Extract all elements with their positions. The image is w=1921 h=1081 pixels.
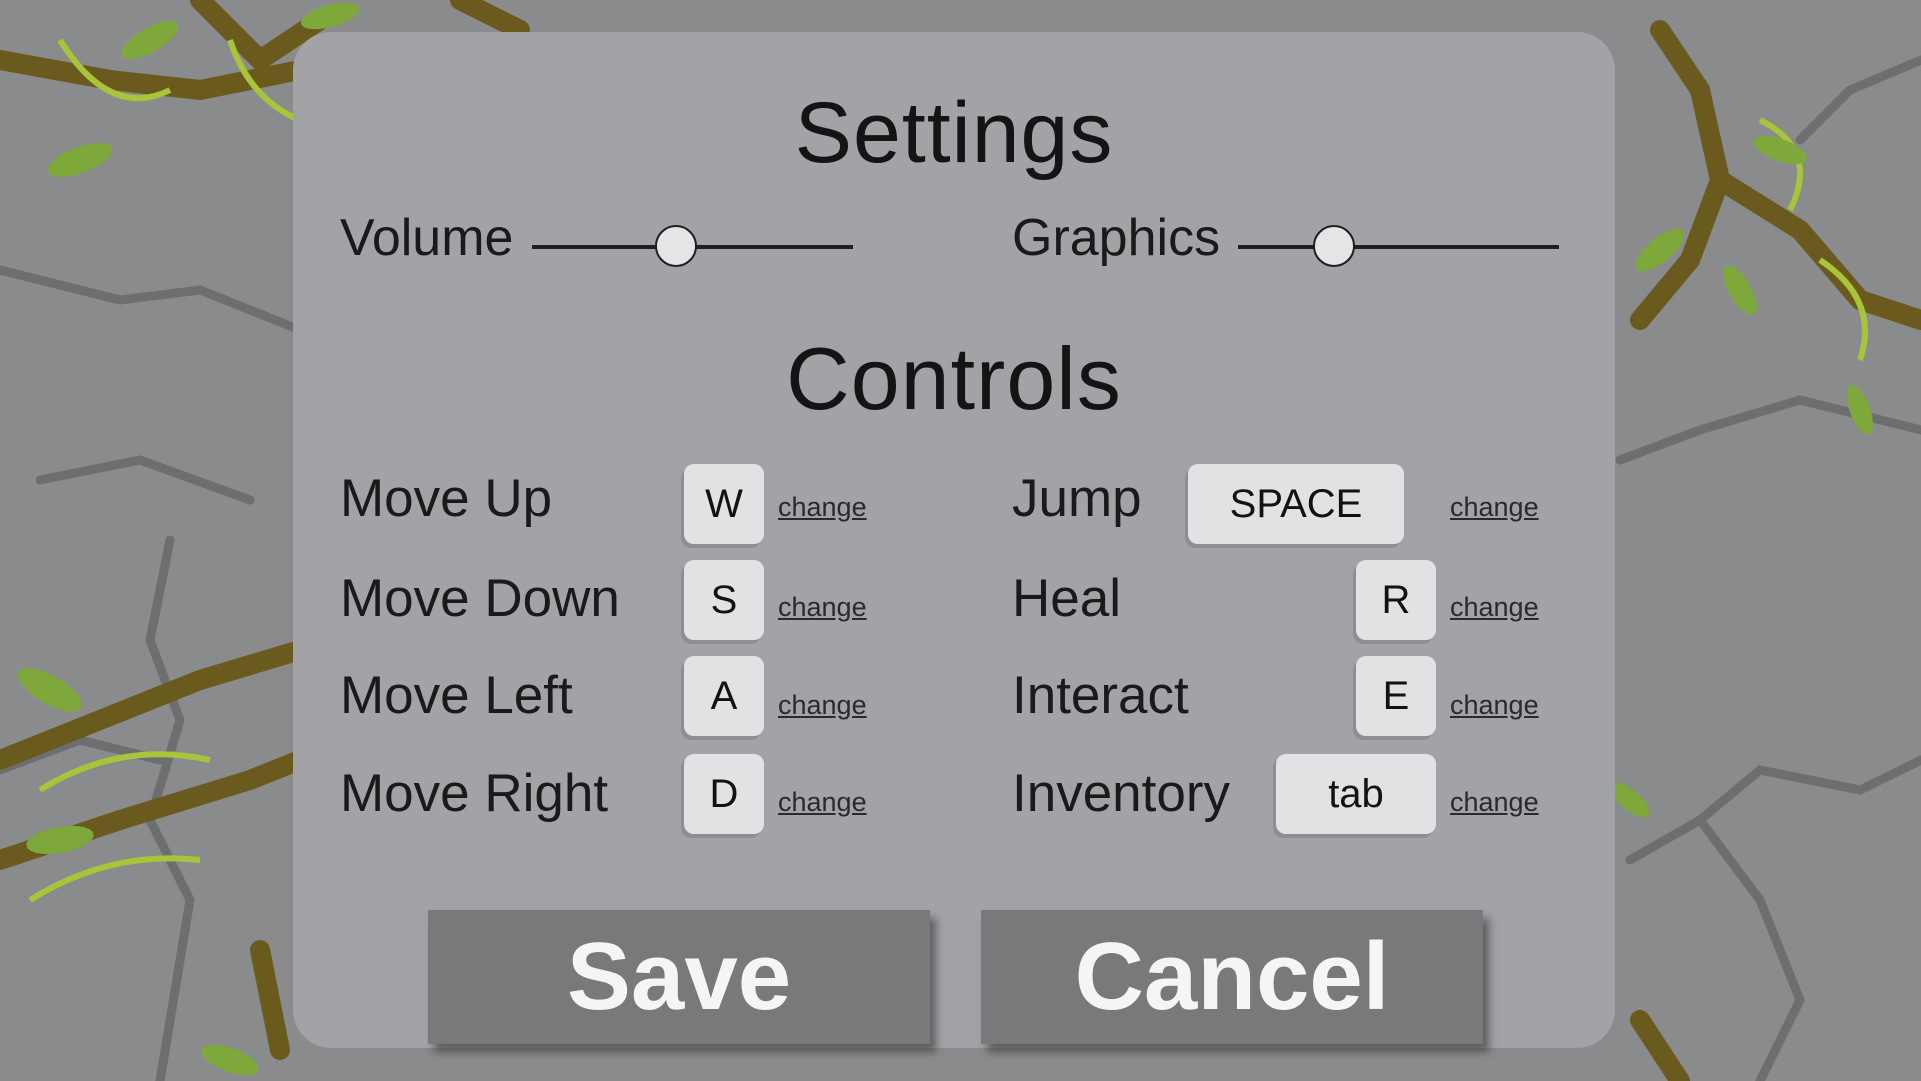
action-label-jump: Jump <box>1012 469 1142 528</box>
action-label-inventory: Inventory <box>1012 764 1231 823</box>
key-inventory[interactable]: tab <box>1276 754 1436 834</box>
change-heal-link[interactable]: change <box>1450 592 1539 623</box>
action-label-move-right: Move Right <box>340 764 609 823</box>
key-move-down[interactable]: S <box>684 560 764 640</box>
cancel-button[interactable]: Cancel <box>981 910 1483 1044</box>
graphics-slider-track[interactable] <box>1238 225 1559 267</box>
change-move-right-link[interactable]: change <box>778 787 867 818</box>
action-label-move-down: Move Down <box>340 569 620 628</box>
key-jump[interactable]: SPACE <box>1188 464 1404 544</box>
change-move-up-link[interactable]: change <box>778 492 867 523</box>
key-move-left[interactable]: A <box>684 656 764 736</box>
settings-panel: Settings Volume Graphics Controls Move U… <box>293 32 1615 1048</box>
action-label-move-up: Move Up <box>340 469 553 528</box>
volume-slider-track[interactable] <box>532 225 853 267</box>
key-move-up[interactable]: W <box>684 464 764 544</box>
change-interact-link[interactable]: change <box>1450 690 1539 721</box>
action-label-heal: Heal <box>1012 569 1122 628</box>
change-move-down-link[interactable]: change <box>778 592 867 623</box>
change-move-left-link[interactable]: change <box>778 690 867 721</box>
key-move-right[interactable]: D <box>684 754 764 834</box>
save-button[interactable]: Save <box>428 910 930 1044</box>
controls-title: Controls <box>786 329 1122 428</box>
graphics-slider-thumb[interactable] <box>1313 225 1356 267</box>
graphics-label: Graphics <box>1012 209 1221 267</box>
settings-title: Settings <box>794 85 1114 181</box>
volume-slider-thumb[interactable] <box>655 225 698 267</box>
action-label-interact: Interact <box>1012 666 1189 725</box>
change-inventory-link[interactable]: change <box>1450 787 1539 818</box>
change-jump-link[interactable]: change <box>1450 492 1539 523</box>
volume-label: Volume <box>340 209 514 267</box>
action-label-move-left: Move Left <box>340 666 573 725</box>
key-interact[interactable]: E <box>1356 656 1436 736</box>
key-heal[interactable]: R <box>1356 560 1436 640</box>
